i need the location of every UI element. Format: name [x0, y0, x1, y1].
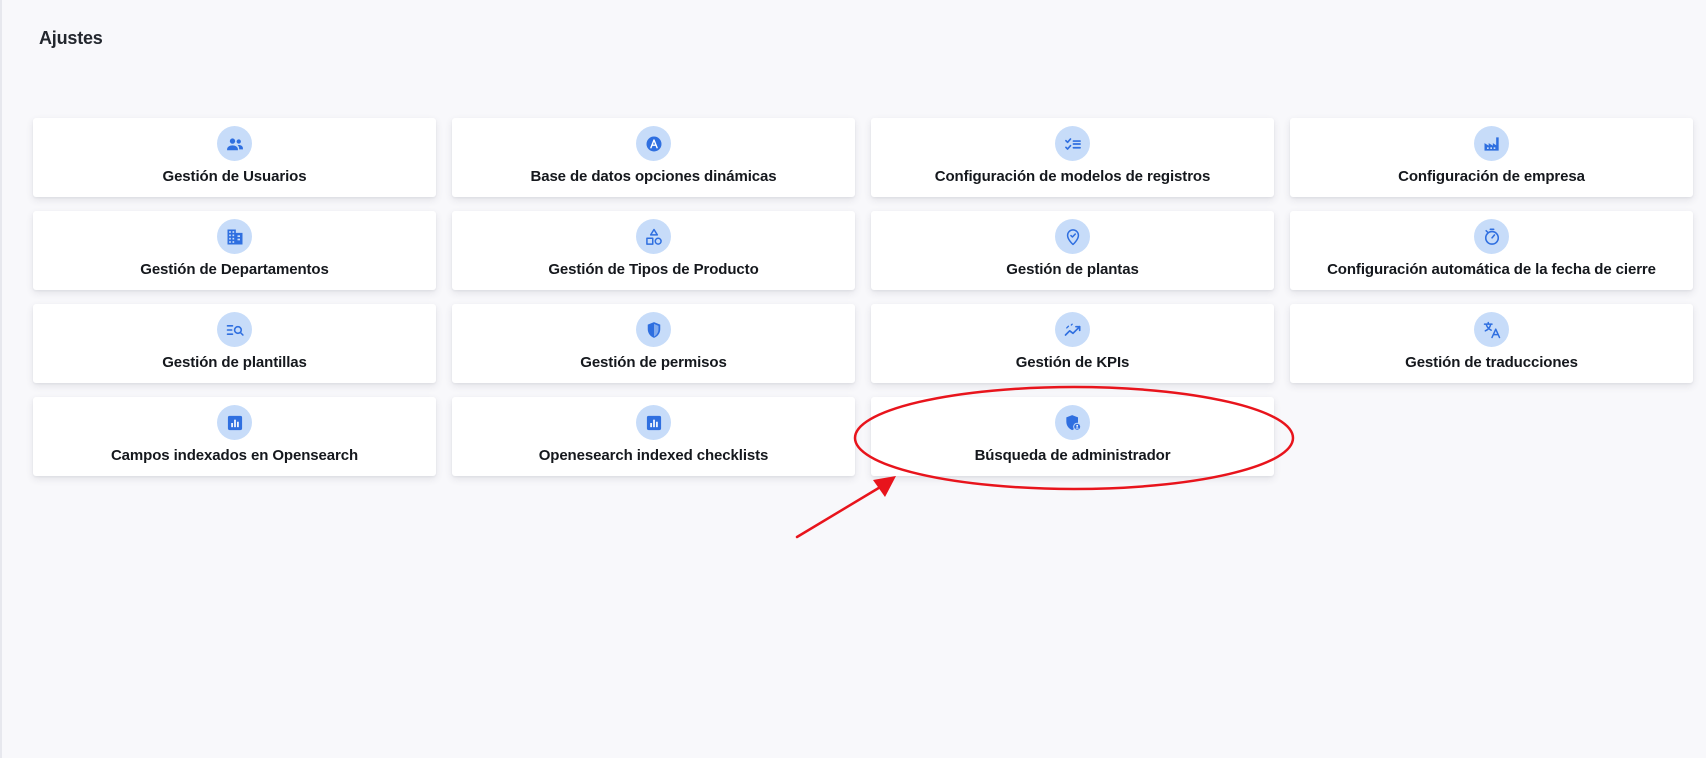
- checklist-icon: [1055, 126, 1090, 161]
- admin-shield-icon: [1055, 405, 1090, 440]
- card-label: Gestión de plantillas: [162, 354, 307, 371]
- card-label: Openesearch indexed checklists: [538, 447, 769, 464]
- shapes-icon: [636, 219, 671, 254]
- card-campos-indexados-opensearch[interactable]: Campos indexados en Opensearch: [33, 397, 436, 476]
- card-label: Gestión de traducciones: [1405, 354, 1578, 371]
- card-openesearch-indexed-checklists[interactable]: Openesearch indexed checklists: [452, 397, 855, 476]
- users-icon: [217, 126, 252, 161]
- settings-page: Ajustes Gestión de Usuarios Base de dato…: [0, 0, 1706, 758]
- card-label: Gestión de KPIs: [1015, 354, 1130, 371]
- settings-grid: Gestión de Usuarios Base de datos opcion…: [33, 118, 1693, 476]
- shield-icon: [636, 312, 671, 347]
- card-configuracion-empresa[interactable]: Configuración de empresa: [1290, 118, 1693, 197]
- card-label: Base de datos opciones dinámicas: [530, 168, 777, 185]
- card-label: Configuración de empresa: [1398, 168, 1585, 185]
- card-label: Gestión de Usuarios: [162, 168, 307, 185]
- card-label: Gestión de Tipos de Producto: [548, 261, 759, 278]
- card-gestion-traducciones[interactable]: Gestión de traducciones: [1290, 304, 1693, 383]
- bar-chart-icon: [217, 405, 252, 440]
- page-title: Ajustes: [39, 28, 103, 48]
- card-label: Búsqueda de administrador: [974, 447, 1171, 464]
- letter-a-icon: [636, 126, 671, 161]
- building-icon: [217, 219, 252, 254]
- card-label: Gestión de plantas: [1006, 261, 1139, 278]
- card-label: Gestión de permisos: [580, 354, 727, 371]
- location-check-icon: [1055, 219, 1090, 254]
- translate-icon: [1474, 312, 1509, 347]
- list-search-icon: [217, 312, 252, 347]
- card-gestion-tipos-producto[interactable]: Gestión de Tipos de Producto: [452, 211, 855, 290]
- card-gestion-plantas[interactable]: Gestión de plantas: [871, 211, 1274, 290]
- card-gestion-kpis[interactable]: Gestión de KPIs: [871, 304, 1274, 383]
- card-configuracion-fecha-cierre[interactable]: Configuración automática de la fecha de …: [1290, 211, 1693, 290]
- card-label: Gestión de Departamentos: [140, 261, 329, 278]
- timer-icon: [1474, 219, 1509, 254]
- card-base-datos-opciones[interactable]: Base de datos opciones dinámicas: [452, 118, 855, 197]
- card-label: Campos indexados en Opensearch: [110, 447, 359, 464]
- card-configuracion-modelos[interactable]: Configuración de modelos de registros: [871, 118, 1274, 197]
- factory-icon: [1474, 126, 1509, 161]
- card-gestion-departamentos[interactable]: Gestión de Departamentos: [33, 211, 436, 290]
- arrow-shaft: [795, 484, 884, 539]
- card-busqueda-administrador[interactable]: Búsqueda de administrador: [871, 397, 1274, 476]
- card-label: Configuración automática de la fecha de …: [1327, 261, 1656, 278]
- card-gestion-permisos[interactable]: Gestión de permisos: [452, 304, 855, 383]
- card-label: Configuración de modelos de registros: [934, 168, 1211, 185]
- card-gestion-plantillas[interactable]: Gestión de plantillas: [33, 304, 436, 383]
- card-gestion-usuarios[interactable]: Gestión de Usuarios: [33, 118, 436, 197]
- trending-icon: [1055, 312, 1090, 347]
- arrow-head: [873, 476, 896, 497]
- bar-chart-icon: [636, 405, 671, 440]
